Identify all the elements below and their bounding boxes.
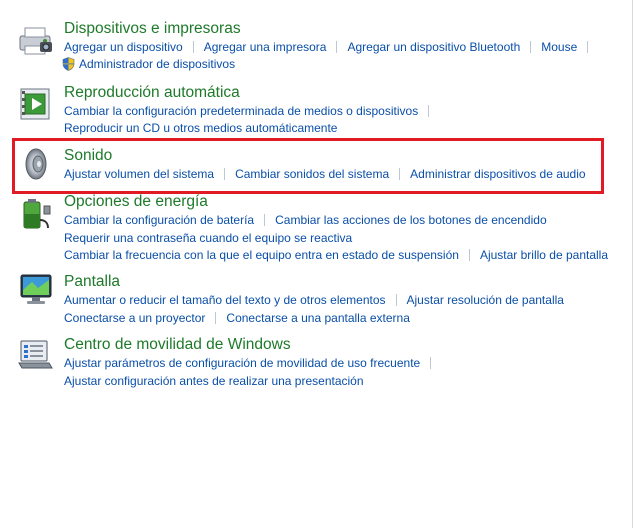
require-password-on-wake-link[interactable]: Requerir una contraseña cuando el equipo… <box>64 231 352 245</box>
play-cd-automatically-link[interactable]: Reproducir un CD u otros medios automáti… <box>64 121 337 135</box>
add-device-link[interactable]: Agregar un dispositivo <box>64 40 183 54</box>
adjust-screen-brightness-link[interactable]: Ajustar brillo de pantalla <box>480 248 608 262</box>
mobility-center-icon <box>18 340 53 369</box>
separator <box>336 41 338 53</box>
uac-shield-icon <box>62 57 75 71</box>
display-links-row-1: Aumentar o reducir el tamaño del texto y… <box>64 293 564 307</box>
device-manager-link[interactable]: Administrador de dispositivos <box>79 57 235 71</box>
resize-text-link[interactable]: Aumentar o reducir el tamaño del texto y… <box>64 293 386 307</box>
devices-links-row-2: Administrador de dispositivos <box>62 57 235 71</box>
autoplay-links-row-1: Cambiar la configuración predeterminada … <box>64 104 439 118</box>
separator <box>428 105 430 117</box>
separator <box>224 168 226 180</box>
sound-links-row-1: Ajustar volumen del sistema Cambiar soni… <box>64 167 586 181</box>
category-title-display[interactable]: Pantalla <box>64 273 120 291</box>
category-title-mobility[interactable]: Centro de movilidad de Windows <box>64 336 291 354</box>
mobility-links-row-1: Ajustar parámetros de configuración de m… <box>64 356 441 370</box>
power-links-row-1: Cambiar la configuración de batería Camb… <box>64 213 547 227</box>
presentation-settings-link[interactable]: Ajustar configuración antes de realizar … <box>64 374 364 388</box>
change-battery-settings-link[interactable]: Cambiar la configuración de batería <box>64 213 254 227</box>
separator <box>264 214 266 226</box>
change-default-media-settings-link[interactable]: Cambiar la configuración predeterminada … <box>64 104 418 118</box>
autoplay-icon <box>20 88 50 120</box>
devices-links-row-1: Agregar un dispositivo Agregar una impre… <box>64 40 598 54</box>
add-bluetooth-device-link[interactable]: Agregar un dispositivo Bluetooth <box>347 40 520 54</box>
power-links-row-2: Requerir una contraseña cuando el equipo… <box>64 231 352 245</box>
separator <box>430 357 432 369</box>
add-printer-link[interactable]: Agregar una impresora <box>204 40 327 54</box>
control-panel-hardware-and-sound: Dispositivos e impresoras Agregar un dis… <box>0 0 633 528</box>
mouse-link[interactable]: Mouse <box>541 40 577 54</box>
adjust-system-volume-link[interactable]: Ajustar volumen del sistema <box>64 167 214 181</box>
separator <box>192 41 194 53</box>
category-title-devices[interactable]: Dispositivos e impresoras <box>64 20 241 38</box>
adjust-screen-resolution-link[interactable]: Ajustar resolución de pantalla <box>407 293 564 307</box>
printer-camera-icon <box>19 27 52 55</box>
separator <box>215 312 217 324</box>
power-links-row-3: Cambiar la frecuencia con la que el equi… <box>64 248 608 262</box>
change-system-sounds-link[interactable]: Cambiar sonidos del sistema <box>235 167 389 181</box>
category-title-power[interactable]: Opciones de energía <box>64 193 208 211</box>
adjust-mobility-settings-link[interactable]: Ajustar parámetros de configuración de m… <box>64 356 420 370</box>
category-title-autoplay[interactable]: Reproducción automática <box>64 84 240 102</box>
connect-projector-link[interactable]: Conectarse a un proyector <box>64 311 205 325</box>
separator <box>587 41 589 53</box>
category-title-sound[interactable]: Sonido <box>64 147 112 165</box>
display-links-row-2: Conectarse a un proyector Conectarse a u… <box>64 311 410 325</box>
separator <box>530 41 532 53</box>
connect-external-display-link[interactable]: Conectarse a una pantalla externa <box>226 311 409 325</box>
change-power-button-actions-link[interactable]: Cambiar las acciones de los botones de e… <box>275 213 547 227</box>
separator <box>395 294 397 306</box>
monitor-icon <box>20 274 52 304</box>
manage-audio-devices-link[interactable]: Administrar dispositivos de audio <box>410 167 585 181</box>
change-sleep-frequency-link[interactable]: Cambiar la frecuencia con la que el equi… <box>64 248 459 262</box>
separator <box>399 168 401 180</box>
speaker-icon <box>25 148 47 180</box>
separator <box>468 249 470 261</box>
autoplay-links-row-2: Reproducir un CD u otros medios automáti… <box>64 121 337 135</box>
mobility-links-row-2: Ajustar configuración antes de realizar … <box>64 374 364 388</box>
battery-plug-icon <box>23 199 51 229</box>
